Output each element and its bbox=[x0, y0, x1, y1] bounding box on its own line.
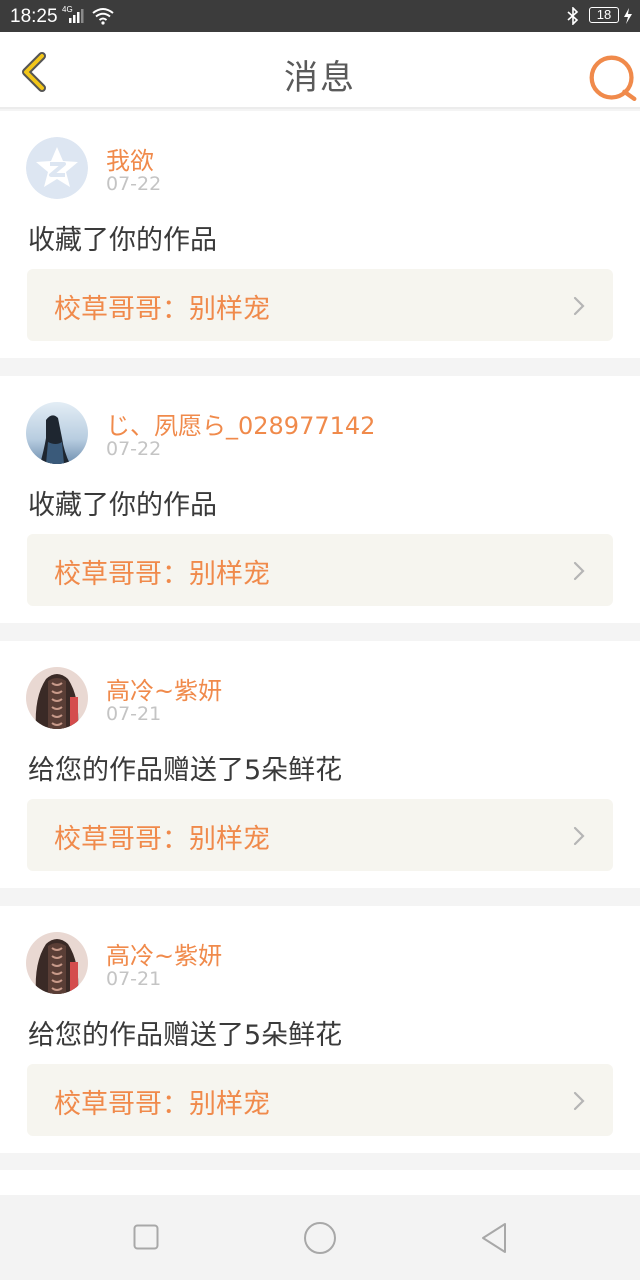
back-icon[interactable] bbox=[480, 1222, 508, 1254]
charging-icon bbox=[624, 8, 632, 24]
work-title: 校草哥哥：别样宠 bbox=[54, 559, 270, 590]
sender-name[interactable]: 高冷~紫妍 bbox=[106, 936, 222, 971]
work-link[interactable]: 校草哥哥：别样宠 bbox=[27, 269, 613, 341]
signal-icon bbox=[69, 9, 84, 23]
battery-icon: 18 bbox=[589, 7, 619, 23]
work-title: 校草哥哥：别样宠 bbox=[54, 294, 270, 325]
work-link[interactable]: 校草哥哥：别样宠 bbox=[27, 534, 613, 606]
sender-name[interactable]: 我欲 bbox=[106, 141, 154, 176]
work-link[interactable]: 校草哥哥：别样宠 bbox=[27, 799, 613, 871]
message-action: 收藏了你的作品 bbox=[28, 490, 217, 521]
braid-photo-avatar[interactable] bbox=[26, 932, 88, 994]
message-card: 高冷~紫妍 07-21 给您的作品赠送了5朵鲜花 校草哥哥：别样宠 bbox=[0, 641, 640, 888]
message-action: 给您的作品赠送了5朵鲜花 bbox=[28, 755, 343, 786]
message-date: 07-21 bbox=[106, 968, 162, 990]
message-card: 我欲 07-22 收藏了你的作品 校草哥哥：别样宠 bbox=[0, 111, 640, 358]
work-link[interactable]: 校草哥哥：别样宠 bbox=[27, 1064, 613, 1136]
bluetooth-icon bbox=[567, 7, 579, 25]
status-bar: 18:25 4G 18 bbox=[0, 0, 640, 32]
chevron-right-icon bbox=[573, 826, 585, 846]
braid-photo-avatar[interactable] bbox=[26, 667, 88, 729]
sender-name[interactable]: 高冷~紫妍 bbox=[106, 671, 222, 706]
work-title: 校草哥哥：别样宠 bbox=[54, 824, 270, 855]
girl-photo-avatar[interactable] bbox=[26, 402, 88, 464]
work-title: 校草哥哥：别样宠 bbox=[54, 1089, 270, 1120]
message-card: じ、夙愿ら_028977142 07-22 收藏了你的作品 校草哥哥：别样宠 bbox=[0, 376, 640, 623]
home-icon[interactable] bbox=[303, 1221, 337, 1255]
chevron-right-icon bbox=[573, 1091, 585, 1111]
chevron-right-icon bbox=[573, 296, 585, 316]
message-date: 07-22 bbox=[106, 438, 162, 460]
message-action: 给您的作品赠送了5朵鲜花 bbox=[28, 1020, 343, 1051]
message-date: 07-21 bbox=[106, 703, 162, 725]
message-action: 收藏了你的作品 bbox=[28, 225, 217, 256]
message-date: 07-22 bbox=[106, 173, 162, 195]
sender-name[interactable]: じ、夙愿ら_028977142 bbox=[106, 406, 375, 441]
message-card-partial bbox=[0, 1170, 640, 1195]
chevron-right-icon bbox=[573, 561, 585, 581]
nav-header: 消息 bbox=[0, 32, 640, 109]
system-nav-bar bbox=[0, 1195, 640, 1280]
chat-bubble-icon[interactable] bbox=[586, 52, 640, 106]
recent-apps-icon[interactable] bbox=[133, 1224, 159, 1250]
page-title: 消息 bbox=[284, 58, 356, 98]
wifi-icon bbox=[92, 8, 114, 25]
qq-avatar[interactable] bbox=[26, 137, 88, 199]
message-card: 高冷~紫妍 07-21 给您的作品赠送了5朵鲜花 校草哥哥：别样宠 bbox=[0, 906, 640, 1153]
status-time: 18:25 bbox=[10, 6, 58, 27]
